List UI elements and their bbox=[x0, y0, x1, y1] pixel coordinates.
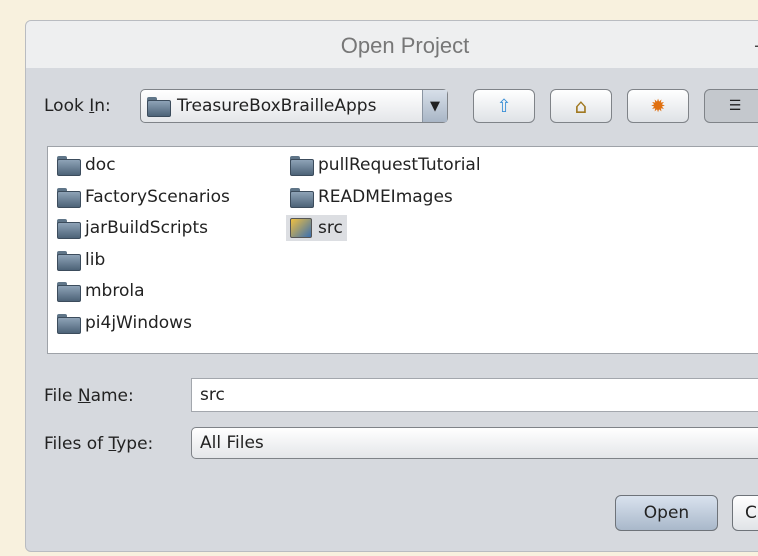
file-name-label: File Name: bbox=[44, 386, 134, 406]
new-folder-button[interactable]: ✹ bbox=[627, 89, 689, 123]
cancel-button[interactable]: C bbox=[732, 495, 758, 531]
file-name: FactoryScenarios bbox=[85, 186, 230, 207]
up-folder-button[interactable]: ⇧ bbox=[473, 89, 535, 123]
new-folder-icon: ✹ bbox=[650, 95, 666, 117]
file-name: pullRequestTutorial bbox=[318, 155, 481, 175]
file-name: doc bbox=[85, 155, 116, 175]
minimize-button[interactable]: – bbox=[754, 33, 758, 57]
file-name-input[interactable]: src bbox=[191, 378, 758, 412]
java-project-icon bbox=[290, 218, 312, 238]
up-folder-icon: ⇧ bbox=[496, 95, 512, 117]
file-list-item[interactable]: READMEImages bbox=[286, 184, 457, 210]
dialog-title: Open Project bbox=[26, 21, 758, 68]
home-button[interactable]: ⌂ bbox=[550, 89, 612, 123]
file-list-item[interactable]: src bbox=[286, 215, 347, 241]
file-name: mbrola bbox=[85, 281, 145, 301]
file-type-combo[interactable]: All Files bbox=[191, 427, 758, 459]
file-name: jarBuildScripts bbox=[85, 218, 208, 238]
open-project-dialog: Open Project – Look In: TreasureBoxBrail… bbox=[25, 20, 758, 552]
chevron-down-icon[interactable]: ▼ bbox=[422, 90, 447, 122]
list-view-button[interactable]: ☰ bbox=[704, 89, 758, 123]
file-name: READMEImages bbox=[318, 186, 453, 207]
folder-icon bbox=[57, 187, 81, 208]
open-button[interactable]: Open bbox=[615, 495, 718, 531]
file-name: src bbox=[318, 218, 343, 238]
file-name: pi4jWindows bbox=[85, 312, 192, 333]
folder-icon bbox=[57, 219, 81, 239]
file-type-label: Files of Type: bbox=[44, 434, 154, 454]
folder-icon bbox=[290, 156, 314, 176]
file-list-item[interactable]: jarBuildScripts bbox=[53, 215, 212, 241]
file-list-item[interactable]: doc bbox=[53, 152, 120, 178]
file-list-item[interactable]: FactoryScenarios bbox=[53, 184, 234, 210]
file-list-item[interactable]: pullRequestTutorial bbox=[286, 152, 485, 178]
look-in-value: TreasureBoxBrailleApps bbox=[177, 96, 377, 116]
folder-icon bbox=[57, 282, 81, 302]
look-in-combo[interactable]: TreasureBoxBrailleApps ▼ bbox=[140, 89, 448, 123]
file-list[interactable]: doc FactoryScenarios jarBuildScripts lib mbr… bbox=[47, 146, 758, 354]
folder-icon bbox=[57, 250, 81, 271]
list-view-icon: ☰ bbox=[728, 98, 742, 114]
file-name: lib bbox=[85, 249, 106, 270]
look-in-label: Look In: bbox=[44, 96, 111, 116]
folder-icon bbox=[147, 97, 171, 117]
folder-icon bbox=[57, 313, 81, 334]
folder-icon bbox=[57, 156, 81, 176]
file-list-item[interactable]: lib bbox=[53, 247, 109, 273]
file-list-item[interactable]: mbrola bbox=[53, 278, 149, 304]
folder-icon bbox=[290, 187, 314, 208]
home-icon: ⌂ bbox=[574, 94, 588, 118]
file-list-item[interactable]: pi4jWindows bbox=[53, 310, 196, 336]
